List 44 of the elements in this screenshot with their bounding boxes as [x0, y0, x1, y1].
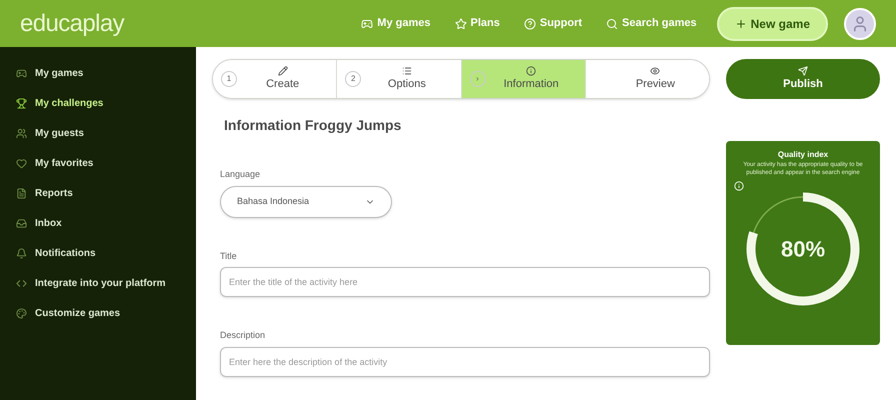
star-icon [454, 18, 466, 30]
avatar[interactable] [844, 8, 876, 40]
pencil-icon [278, 66, 288, 76]
code-icon [16, 278, 27, 289]
step-tab[interactable]: Preview [586, 60, 709, 98]
field-label: Title [220, 250, 238, 262]
card-title: Quality index [778, 149, 828, 161]
eye-icon [650, 66, 660, 76]
users-icon [16, 128, 27, 139]
search-icon [606, 18, 618, 30]
trophy-icon [16, 98, 27, 109]
step-tab[interactable]: 2 Options [337, 60, 462, 98]
inbox-icon [16, 218, 27, 229]
sidebar-item[interactable]: Reports [8, 183, 188, 204]
sidebar-item[interactable]: Notifications [8, 243, 188, 264]
sidebar-item[interactable]: My guests [8, 123, 188, 144]
page-heading: Information Froggy Jumps [224, 116, 402, 135]
language-select[interactable]: Bahasa Indonesia [220, 186, 392, 218]
info-icon [526, 66, 536, 76]
plus-icon [734, 18, 747, 30]
sidebar-item[interactable]: Inbox [8, 213, 188, 234]
document-icon [16, 188, 27, 199]
send-icon [798, 66, 808, 76]
quality-reading: 80% [780, 236, 826, 264]
gamepad-icon [16, 68, 27, 79]
new-game-button[interactable]: New game [716, 6, 828, 40]
field-label: Description [220, 329, 266, 342]
sidebar-item[interactable]: My games [8, 63, 188, 84]
step-tab[interactable]: 1 Create [213, 60, 338, 98]
bell-icon [16, 248, 27, 259]
sidebar-item[interactable]: Integrate into your platform [8, 273, 188, 294]
field-label: Language [220, 168, 262, 181]
step-tab[interactable]: › Information [462, 60, 586, 98]
text-field[interactable]: Enter here the description of the activity [220, 346, 710, 376]
gamepad-icon [361, 18, 374, 30]
text-field[interactable]: Enter the title of the activity here [220, 267, 710, 297]
sidebar-item[interactable]: My challenges [8, 93, 188, 114]
help-icon [524, 18, 536, 30]
sidebar-item[interactable]: Customize games [8, 303, 188, 324]
heart-icon [16, 158, 27, 169]
info-icon [734, 181, 744, 191]
publish-button[interactable]: Publish [726, 59, 880, 99]
sidebar-item[interactable]: My favorites [8, 153, 188, 174]
palette-icon [16, 308, 27, 319]
